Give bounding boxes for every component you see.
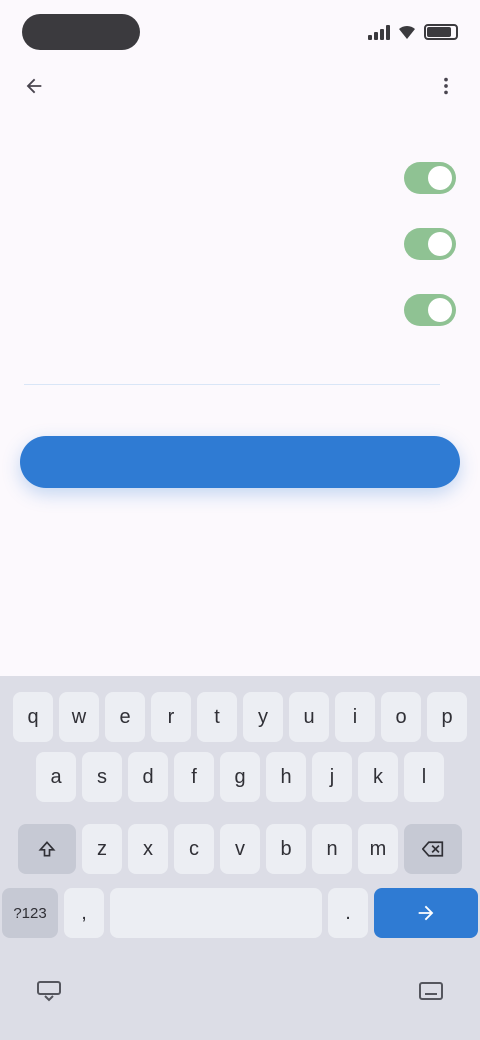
keyboard-row-2: asdfghjkl: [0, 752, 480, 802]
toggle-switch[interactable]: [404, 294, 456, 326]
key-s[interactable]: s: [82, 752, 122, 802]
divider: [24, 384, 440, 385]
on-screen-keyboard: qwertyuiop asdfghjkl zxcvbnm ?123 , .: [0, 676, 480, 1040]
primary-action-button[interactable]: [20, 436, 460, 488]
battery-level: [427, 27, 451, 37]
setting-row[interactable]: [0, 280, 480, 340]
key-g[interactable]: g: [220, 752, 260, 802]
key-j[interactable]: j: [312, 752, 352, 802]
setting-row[interactable]: [0, 148, 480, 208]
key-e[interactable]: e: [105, 692, 145, 742]
key-n[interactable]: n: [312, 824, 352, 874]
backspace-icon[interactable]: [404, 824, 462, 874]
key-t[interactable]: t: [197, 692, 237, 742]
switch-thumb: [428, 166, 452, 190]
keyboard-icon[interactable]: [418, 981, 444, 1007]
key-p[interactable]: p: [427, 692, 467, 742]
status-icons: [368, 24, 458, 40]
keyboard-down-icon[interactable]: [36, 980, 62, 1008]
section-header: [0, 130, 480, 148]
key-z[interactable]: z: [82, 824, 122, 874]
period-key[interactable]: .: [328, 888, 368, 938]
symbols-key[interactable]: ?123: [2, 888, 58, 938]
status-bar: [0, 0, 480, 64]
keyboard-row-1: qwertyuiop: [0, 692, 480, 742]
space-key[interactable]: [110, 888, 322, 938]
settings-list: [0, 130, 480, 340]
switch-thumb: [428, 232, 452, 256]
key-r[interactable]: r: [151, 692, 191, 742]
toggle-switch[interactable]: [404, 228, 456, 260]
key-x[interactable]: x: [128, 824, 168, 874]
comma-key[interactable]: ,: [64, 888, 104, 938]
toggle-switch[interactable]: [404, 162, 456, 194]
key-k[interactable]: k: [358, 752, 398, 802]
arrow-forward-icon[interactable]: [374, 888, 478, 938]
key-a[interactable]: a: [36, 752, 76, 802]
wifi-icon: [399, 25, 415, 39]
setting-row[interactable]: [0, 214, 480, 274]
status-time-pill: [22, 14, 140, 50]
key-q[interactable]: q: [13, 692, 53, 742]
more-vert-icon[interactable]: [426, 66, 466, 106]
key-v[interactable]: v: [220, 824, 260, 874]
app-bar: [0, 62, 480, 110]
key-w[interactable]: w: [59, 692, 99, 742]
key-m[interactable]: m: [358, 824, 398, 874]
arrow-back-icon[interactable]: [14, 66, 54, 106]
key-u[interactable]: u: [289, 692, 329, 742]
key-b[interactable]: b: [266, 824, 306, 874]
key-f[interactable]: f: [174, 752, 214, 802]
key-h[interactable]: h: [266, 752, 306, 802]
key-d[interactable]: d: [128, 752, 168, 802]
keyboard-row-4: ?123 , .: [0, 888, 480, 938]
keyboard-letter-group: zxcvbnm: [82, 824, 398, 874]
key-l[interactable]: l: [404, 752, 444, 802]
key-c[interactable]: c: [174, 824, 214, 874]
keyboard-nav-bar: [0, 966, 480, 1022]
switch-thumb: [428, 298, 452, 322]
keyboard-row-3: zxcvbnm: [0, 824, 480, 874]
shift-icon[interactable]: [18, 824, 76, 874]
key-o[interactable]: o: [381, 692, 421, 742]
key-y[interactable]: y: [243, 692, 283, 742]
key-i[interactable]: i: [335, 692, 375, 742]
battery-icon: [424, 24, 458, 40]
signal-icon: [368, 24, 390, 40]
